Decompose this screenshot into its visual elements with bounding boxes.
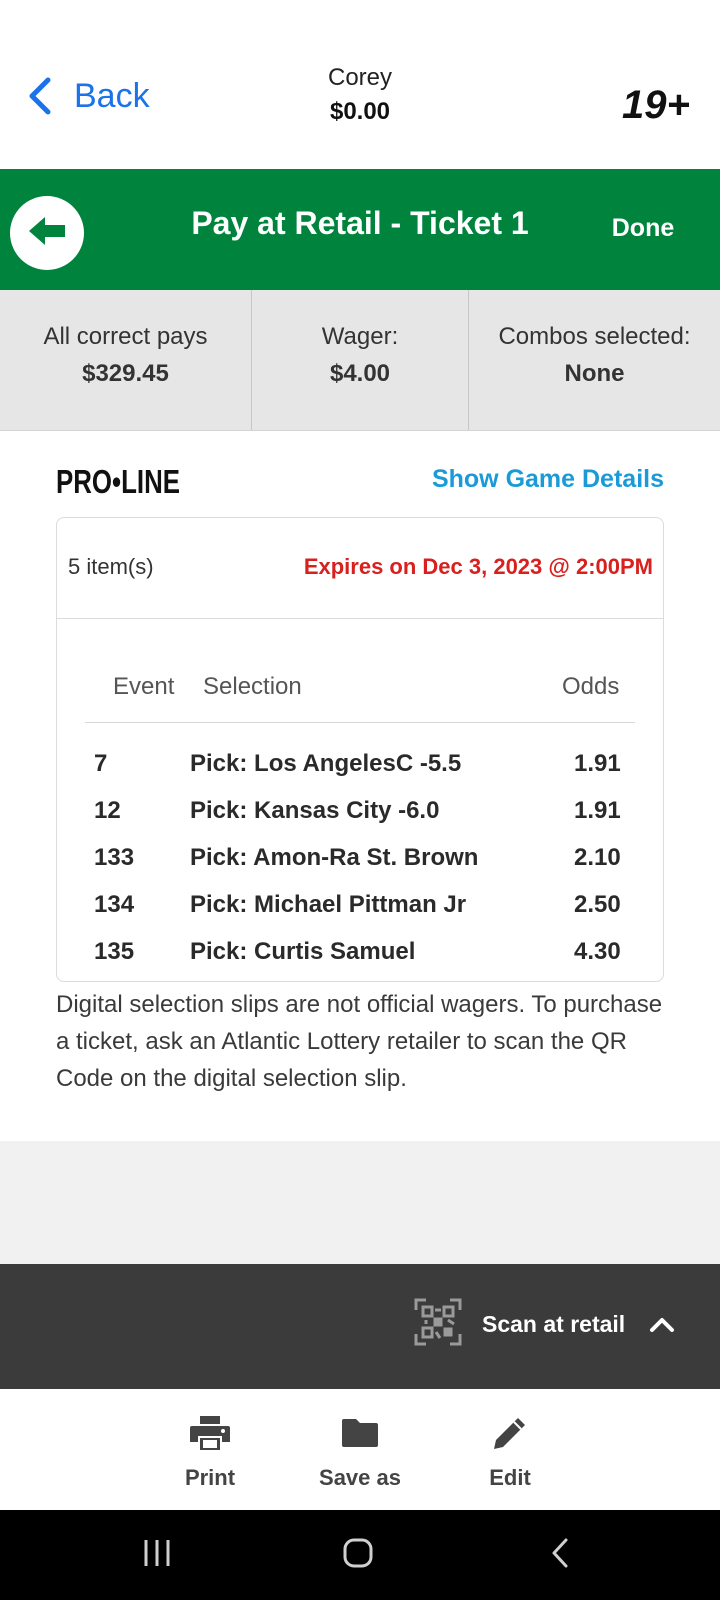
back-chevron-icon [549,1537,571,1574]
save-as-label: Save as [319,1465,401,1490]
table-row: 7 Pick: Los AngelesC -5.5 1.91 [57,740,665,786]
wager-summary: Wager: $4.00 [251,290,468,430]
row-odds: 2.10 [574,844,621,871]
row-event: 133 [94,844,135,871]
pencil-icon [489,1413,531,1453]
logo-text: PRO•LINE [56,463,180,500]
pays-value: $329.45 [82,360,169,387]
combos-summary: Combos selected: None [468,290,720,430]
print-label: Print [184,1465,236,1490]
row-event: 134 [94,891,135,918]
row-event: 135 [94,938,135,965]
row-event: 7 [94,750,108,777]
combos-value: None [564,360,625,387]
wager-value: $4.00 [329,360,391,387]
print-button[interactable]: Print [155,1413,265,1491]
row-selection: Pick: Curtis Samuel [190,938,416,965]
recent-apps-button[interactable] [127,1535,187,1575]
pays-summary: All correct pays $329.45 [0,290,251,430]
table-row: 135 Pick: Curtis Samuel 4.30 [57,928,665,974]
printer-icon [189,1413,231,1453]
save-as-button[interactable]: Save as [305,1413,415,1491]
back-button[interactable]: Back [26,74,150,118]
scan-at-retail-button[interactable]: Scan at retail [414,1298,675,1351]
ticket-summary: All correct pays $329.45 Wager: $4.00 Co… [0,290,720,431]
user-name: Corey [327,64,393,91]
action-bar: Print Save as Edit [0,1389,720,1510]
qr-code-icon [414,1298,462,1351]
home-icon [342,1537,374,1574]
row-odds: 1.91 [574,750,621,777]
selections-table: Event Selection Odds 7 Pick: Los Angeles… [57,619,663,981]
scan-bar: Scan at retail [0,1264,720,1389]
account-summary: Corey $0.00 [260,62,460,130]
slip-content: PRO•LINE Show Game Details 5 item(s) Exp… [0,431,720,1141]
row-odds: 1.91 [574,797,621,824]
chevron-left-icon [26,76,62,116]
items-count: 5 item(s) [68,554,154,579]
edit-label: Edit [489,1465,531,1490]
column-header-selection: Selection [203,673,302,700]
row-selection: Pick: Kansas City -6.0 [190,797,440,824]
title-bar: Pay at Retail - Ticket 1 Done [0,169,720,290]
age-badge-text: 19+ [622,83,690,127]
back-label: Back [74,76,150,115]
recents-icon [142,1538,172,1573]
pays-label: All correct pays [43,323,208,350]
done-button[interactable]: Done [598,214,688,243]
chevron-up-icon [649,1314,675,1334]
table-divider [85,722,635,723]
age-restriction-badge: 19+ [620,70,690,130]
row-odds: 2.50 [574,891,621,918]
row-selection: Pick: Los AngelesC -5.5 [190,750,462,777]
arrow-left-icon [27,215,67,252]
row-odds: 4.30 [574,938,621,965]
page-title: Pay at Retail - Ticket 1 [191,205,529,241]
circle-back-button[interactable] [10,196,84,270]
wager-label: Wager: [321,323,399,350]
proline-logo: PRO•LINE [56,461,186,501]
app-header: Back Corey $0.00 19+ [0,0,720,169]
home-button[interactable] [328,1535,388,1575]
system-nav-bar [0,1510,720,1600]
edit-button[interactable]: Edit [455,1413,565,1491]
disclaimer-text: Digital selection slips are not official… [56,991,663,1092]
table-row: 133 Pick: Amon-Ra St. Brown 2.10 [57,834,665,880]
table-row: 12 Pick: Kansas City -6.0 1.91 [57,787,665,833]
table-row: 134 Pick: Michael Pittman Jr 2.50 [57,881,665,927]
row-event: 12 [94,797,121,824]
folder-icon [339,1413,381,1453]
content-spacer [0,1141,720,1264]
selection-slip: 5 item(s) Expires on Dec 3, 2023 @ 2:00P… [56,517,664,982]
column-header-event: Event [113,673,175,700]
expiry-notice: Expires on Dec 3, 2023 @ 2:00PM [303,554,653,579]
account-balance: $0.00 [329,98,391,125]
slip-header: 5 item(s) Expires on Dec 3, 2023 @ 2:00P… [57,518,663,619]
combos-label: Combos selected: [498,323,691,350]
show-game-details-link[interactable]: Show Game Details [432,465,664,494]
column-header-odds: Odds [562,673,620,700]
row-selection: Pick: Amon-Ra St. Brown [190,844,479,871]
scan-label: Scan at retail [482,1310,626,1337]
system-back-button[interactable] [530,1535,590,1575]
row-selection: Pick: Michael Pittman Jr [190,891,467,918]
